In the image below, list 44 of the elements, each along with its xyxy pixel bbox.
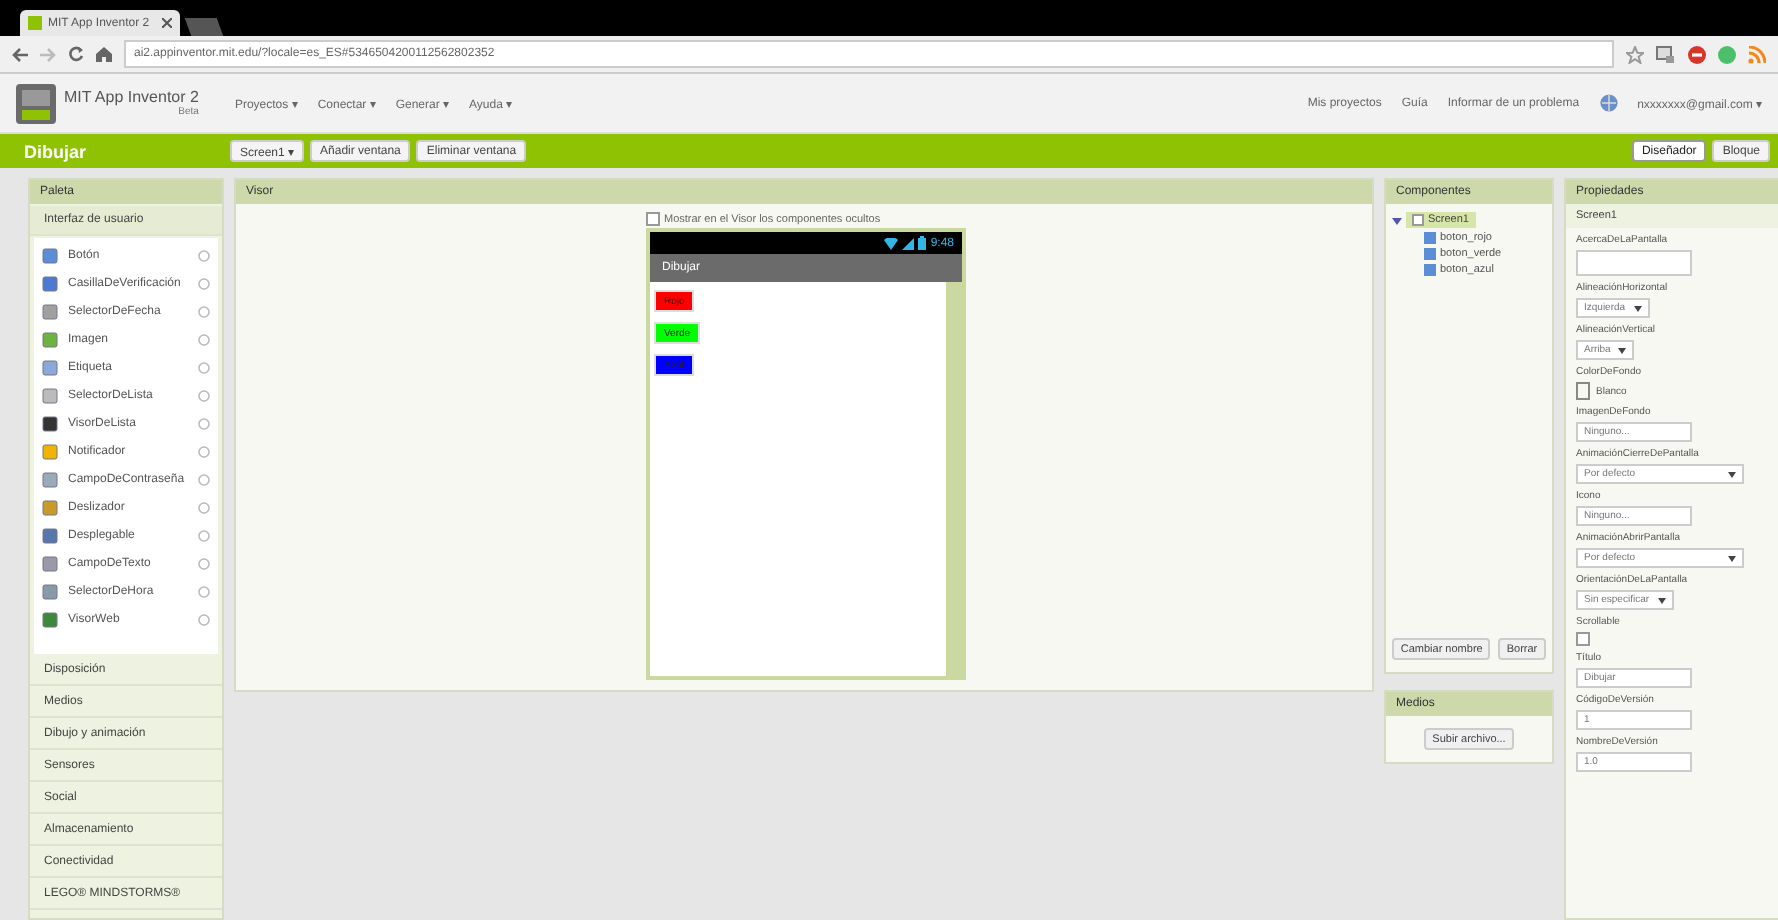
help-icon[interactable] bbox=[198, 390, 210, 402]
expand-icon[interactable] bbox=[1392, 215, 1402, 225]
rss-icon[interactable] bbox=[1748, 45, 1766, 63]
help-icon[interactable] bbox=[198, 418, 210, 430]
globe-icon[interactable] bbox=[1599, 94, 1618, 112]
help-icon[interactable] bbox=[198, 278, 210, 290]
reload-icon[interactable] bbox=[68, 46, 84, 62]
signal-icon bbox=[902, 237, 915, 249]
stop-icon[interactable] bbox=[1688, 45, 1706, 63]
close-icon[interactable] bbox=[162, 18, 172, 28]
help-icon[interactable] bbox=[198, 502, 210, 514]
help-icon[interactable] bbox=[198, 586, 210, 598]
favicon-icon bbox=[28, 16, 42, 30]
caret-icon bbox=[1728, 555, 1736, 561]
forward-icon[interactable] bbox=[40, 47, 56, 61]
star-icon[interactable] bbox=[1626, 45, 1644, 63]
home-icon[interactable] bbox=[96, 46, 112, 62]
help-icon[interactable] bbox=[198, 558, 210, 570]
help-icon[interactable] bbox=[198, 474, 210, 486]
screen-title: Dibujar bbox=[24, 141, 89, 161]
help-icon[interactable] bbox=[198, 334, 210, 346]
caret-icon bbox=[1728, 471, 1736, 477]
help-icon[interactable] bbox=[198, 362, 210, 374]
caret-icon bbox=[1633, 305, 1642, 311]
help-icon[interactable] bbox=[198, 446, 210, 458]
text-area[interactable] bbox=[1576, 250, 1692, 276]
caret-icon bbox=[1618, 347, 1627, 353]
extension-icon[interactable] bbox=[1656, 45, 1676, 63]
android-logo-icon bbox=[16, 83, 56, 123]
help-icon[interactable] bbox=[198, 306, 210, 318]
color-swatch[interactable] bbox=[1576, 382, 1590, 400]
caret-icon bbox=[1657, 597, 1666, 603]
app-name: MIT App Inventor 2 bbox=[64, 88, 199, 106]
circle-icon[interactable] bbox=[1718, 45, 1736, 63]
help-icon[interactable] bbox=[198, 250, 210, 262]
help-icon[interactable] bbox=[198, 614, 210, 626]
help-icon[interactable] bbox=[198, 530, 210, 542]
battery-icon bbox=[918, 236, 927, 250]
new-tab-button[interactable] bbox=[184, 18, 224, 36]
wifi-icon bbox=[884, 237, 899, 249]
screen-icon bbox=[1412, 214, 1424, 226]
checkbox[interactable] bbox=[646, 212, 660, 226]
back-icon[interactable] bbox=[12, 47, 28, 61]
checkbox[interactable] bbox=[1576, 632, 1590, 646]
